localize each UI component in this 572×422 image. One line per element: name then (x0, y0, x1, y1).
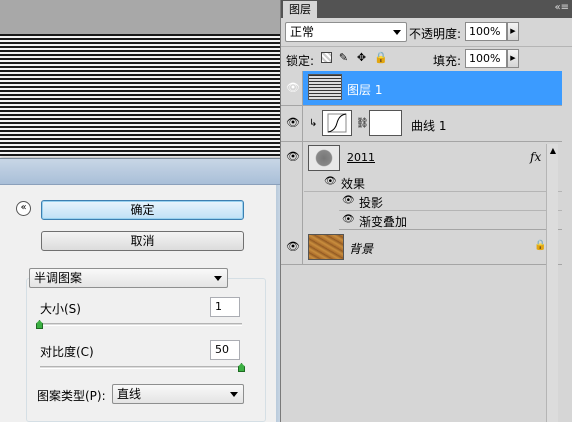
contrast-label: 对比度(C) (40, 345, 94, 359)
dialog-title-bar[interactable] (0, 159, 284, 185)
pattern-type-value: 直线 (117, 387, 142, 401)
layer-name: 2011 (347, 151, 375, 164)
lock-label: 锁定: (286, 54, 315, 68)
layers-empty-area (281, 265, 562, 422)
tab-layers[interactable]: 图层 (283, 1, 317, 18)
pattern-type-select[interactable]: 直线 (112, 384, 244, 404)
layer-name: 背景 (349, 242, 374, 256)
contrast-slider-track[interactable] (40, 366, 242, 369)
layer-name: 曲线 1 (411, 119, 447, 133)
fill-input[interactable]: 100% (465, 49, 507, 68)
eye-icon[interactable]: 👁 (342, 214, 355, 225)
fill-label: 填充: (433, 54, 462, 68)
scroll-up-icon[interactable]: ▲ (547, 144, 559, 158)
layer-thumbnail (308, 145, 340, 171)
blend-mode-select[interactable]: 正常 (285, 22, 407, 42)
layer-name: 图层 1 (347, 83, 383, 97)
filter-select[interactable]: 半调图案 (29, 268, 228, 288)
layer-thumbnail (308, 74, 342, 100)
panel-menu-icon[interactable]: «≡ (555, 2, 570, 14)
lock-transparent-icon[interactable] (321, 52, 332, 63)
fill-arrow-icon[interactable]: ▶ (507, 49, 519, 68)
layer-row-layer1[interactable]: 👁 图层 1 (281, 71, 562, 106)
effect-item-gradient-overlay[interactable]: 👁 渐变叠加 (339, 211, 562, 230)
layer-thumbnail (308, 234, 344, 260)
effects-row[interactable]: 👁 效果 (304, 173, 562, 192)
eye-icon[interactable]: 👁 (342, 195, 355, 206)
halftone-line-pattern (0, 34, 280, 164)
size-input[interactable]: 1 (210, 297, 240, 317)
size-slider-track[interactable] (40, 323, 242, 326)
eye-icon[interactable]: 👁 (285, 116, 301, 130)
layer-mask-thumbnail[interactable] (369, 110, 402, 136)
lock-all-icon[interactable]: 🔒 (374, 52, 388, 63)
layers-scrollbar[interactable]: ▲ (546, 144, 558, 422)
panel-tab-bar: 图层 «≡ (281, 0, 572, 18)
clip-arrow-icon: ↳ (309, 118, 318, 129)
contrast-input[interactable]: 50 (210, 340, 240, 360)
eye-icon[interactable]: 👁 (285, 81, 301, 95)
filter-select-value: 半调图案 (34, 271, 83, 285)
layer-row-background[interactable]: 👁 背景 🔒 (281, 230, 562, 265)
layers-panel: 图层 «≡ 正常 不透明度: 100% ▶ 锁定: ✎ ✥ 🔒 填充: 100%… (280, 0, 572, 422)
eye-icon[interactable]: 👁 (285, 240, 301, 254)
eye-icon[interactable]: 👁 (285, 150, 301, 164)
lock-icon: 🔒 (534, 240, 547, 251)
lock-brush-icon[interactable]: ✎ (338, 52, 349, 63)
effects-label: 效果 (341, 177, 366, 191)
collapse-preview-button[interactable]: « (16, 201, 31, 216)
ok-button[interactable]: 确定 (41, 200, 244, 220)
size-label: 大小(S) (40, 302, 81, 316)
curves-adjustment-icon (322, 110, 352, 136)
cancel-button[interactable]: 取消 (41, 231, 244, 251)
opacity-input[interactable]: 100% (465, 22, 507, 41)
chevron-down-icon (393, 30, 401, 35)
chevron-down-icon (230, 392, 238, 397)
lock-move-icon[interactable]: ✥ (356, 52, 367, 63)
pattern-type-label: 图案类型(P): (37, 389, 106, 403)
blend-mode-value: 正常 (290, 25, 315, 39)
chevron-down-icon (214, 276, 222, 281)
opacity-label: 不透明度: (409, 27, 462, 41)
effect-label: 渐变叠加 (359, 215, 408, 229)
eye-icon[interactable]: 👁 (324, 176, 337, 187)
chain-link-icon[interactable]: ⛓ (356, 118, 369, 129)
fx-icon[interactable]: fx (530, 150, 541, 164)
effect-label: 投影 (359, 196, 384, 210)
opacity-arrow-icon[interactable]: ▶ (507, 22, 519, 41)
layer-row-curves1[interactable]: 👁 ↳ ⛓ 曲线 1 (281, 106, 562, 142)
curves-graph-icon (327, 113, 347, 133)
effect-item-drop-shadow[interactable]: 👁 投影 (339, 192, 562, 211)
layer-row-2011[interactable]: 👁 2011 fx (281, 142, 562, 264)
